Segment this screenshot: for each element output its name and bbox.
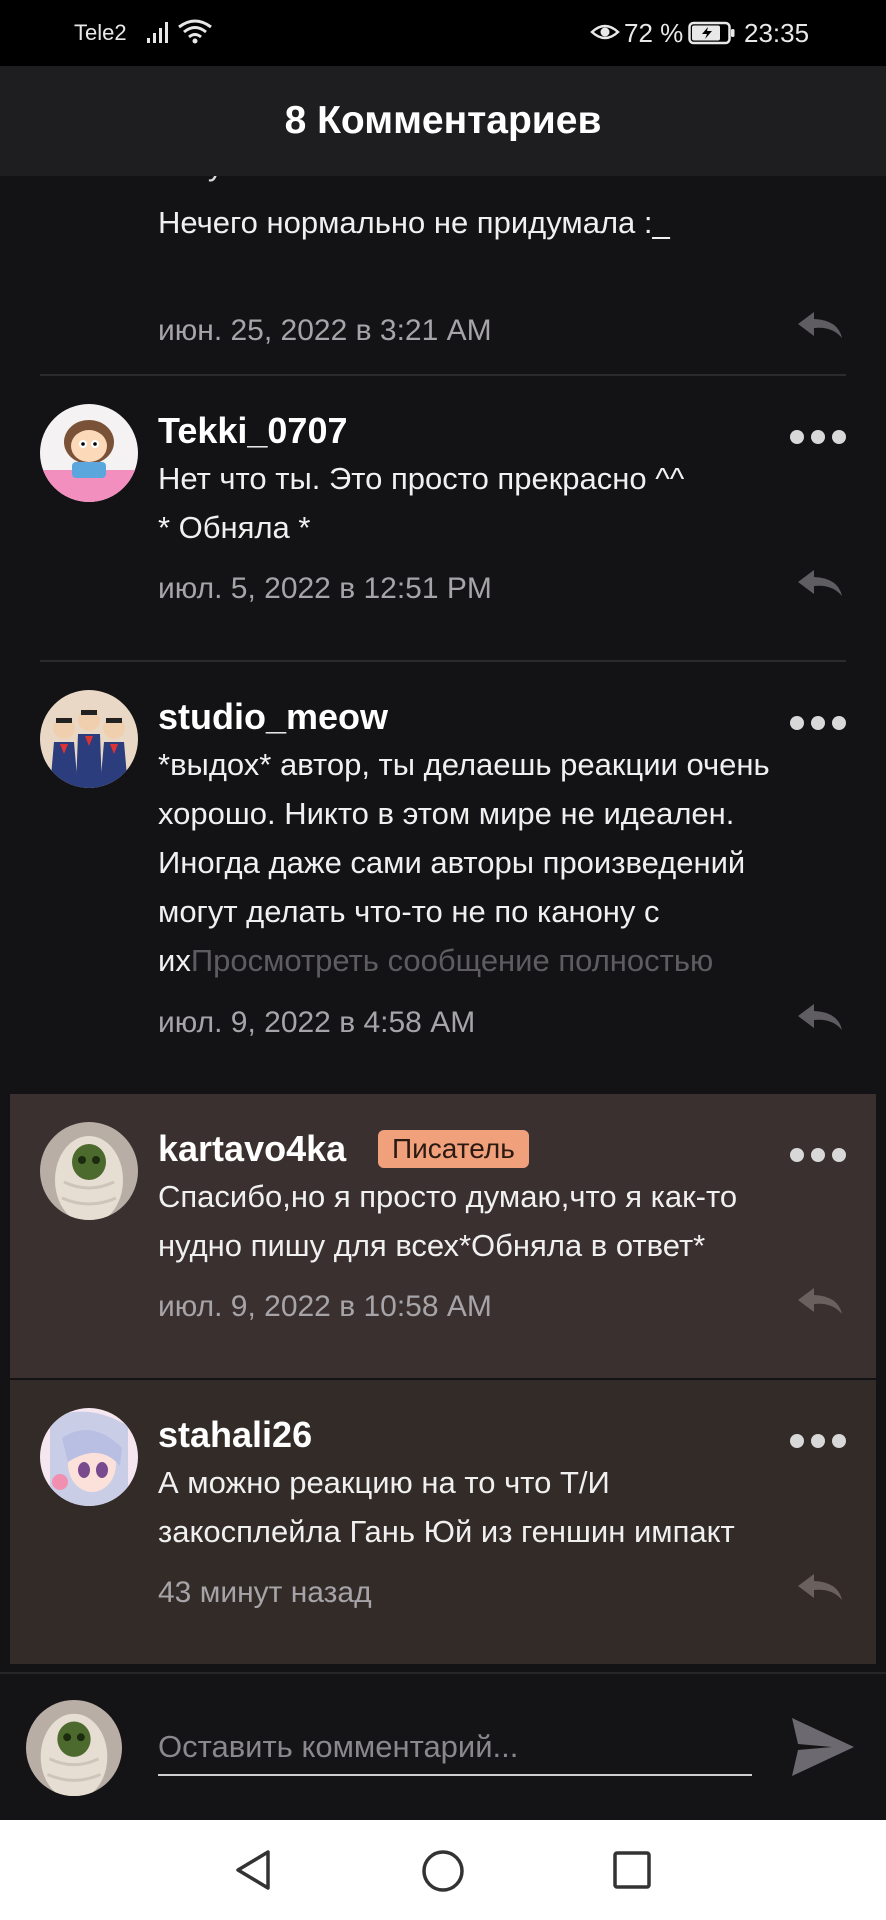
comments-list[interactable]: могу : Нечего нормально не придумала :_ … bbox=[0, 176, 886, 1672]
battery-icon bbox=[688, 21, 735, 45]
comment-date: июн. 25, 2022 в 3:21 AM bbox=[158, 314, 492, 347]
status-bar: Tele2 72 % 23:35 bbox=[0, 0, 886, 66]
comment-item: Tekki_0707 Нет что ты. Это просто прекра… bbox=[0, 376, 886, 660]
comment-username[interactable]: studio_meow bbox=[158, 696, 388, 738]
send-icon[interactable] bbox=[788, 1714, 858, 1780]
comment-item-new: stahali26 А можно реакцию на то что Т/И … bbox=[10, 1380, 876, 1664]
more-options-icon[interactable] bbox=[790, 1434, 846, 1450]
comment-text-partial: могу : bbox=[158, 176, 241, 189]
system-nav-bar bbox=[0, 1820, 886, 1920]
reply-icon[interactable] bbox=[794, 1570, 846, 1604]
reply-icon[interactable] bbox=[794, 566, 846, 600]
avatar[interactable] bbox=[40, 690, 138, 788]
comment-item: могу : Нечего нормально не придумала :_ … bbox=[0, 176, 886, 372]
more-options-icon[interactable] bbox=[790, 716, 846, 732]
user-avatar[interactable] bbox=[26, 1700, 122, 1796]
writer-badge: Писатель bbox=[378, 1130, 529, 1168]
signal-icon bbox=[147, 22, 168, 43]
avatar[interactable] bbox=[40, 404, 138, 502]
comment-username[interactable]: kartavo4ka bbox=[158, 1128, 346, 1170]
reply-icon[interactable] bbox=[794, 1284, 846, 1318]
carrier-name: Tele2 bbox=[74, 20, 127, 45]
comment-text: *выдох* автор, ты делаешь реакции очень … bbox=[158, 740, 878, 985]
comment-date: июл. 9, 2022 в 4:58 AM bbox=[158, 1006, 476, 1039]
comments-header: 8 Комментариев bbox=[0, 66, 886, 176]
comment-text: Нечего нормально не придумала :_ bbox=[158, 205, 670, 240]
comment-text: Нет что ты. Это просто прекрасно ^^ * Об… bbox=[158, 461, 685, 545]
read-more-link[interactable]: Просмотреть сообщение полностью bbox=[191, 943, 713, 978]
back-icon[interactable] bbox=[232, 1848, 276, 1892]
more-options-icon[interactable] bbox=[790, 1148, 846, 1164]
comment-item: studio_meow *выдох* автор, ты делаешь ре… bbox=[0, 662, 886, 1094]
reply-icon[interactable] bbox=[794, 308, 846, 342]
home-icon[interactable] bbox=[420, 1848, 466, 1894]
comment-item-author: kartavo4ka Писатель Спасибо,но я просто … bbox=[10, 1094, 876, 1378]
page-title: 8 Комментариев bbox=[284, 99, 602, 142]
clock: 23:35 bbox=[744, 18, 810, 48]
comment-username[interactable]: Tekki_0707 bbox=[158, 410, 348, 452]
avatar[interactable] bbox=[40, 1408, 138, 1506]
comment-date: июл. 5, 2022 в 12:51 PM bbox=[158, 572, 492, 605]
comment-input-bar bbox=[0, 1672, 886, 1820]
battery-percentage: 72 % bbox=[624, 18, 684, 48]
more-options-icon[interactable] bbox=[790, 430, 846, 446]
wifi-icon bbox=[178, 19, 212, 44]
avatar[interactable] bbox=[40, 1122, 138, 1220]
reply-icon[interactable] bbox=[794, 1000, 846, 1034]
eye-comfort-icon bbox=[590, 24, 620, 40]
comment-text: А можно реакцию на то что Т/И закосплейл… bbox=[158, 1465, 735, 1549]
recent-apps-icon[interactable] bbox=[612, 1850, 652, 1890]
comment-date: июл. 9, 2022 в 10:58 AM bbox=[158, 1290, 492, 1323]
comment-username[interactable]: stahali26 bbox=[158, 1414, 312, 1456]
comment-input[interactable] bbox=[158, 1720, 752, 1776]
comment-date: 43 минут назад bbox=[158, 1576, 372, 1609]
comment-text: Спасибо,но я просто думаю,что я как-то н… bbox=[158, 1179, 738, 1263]
